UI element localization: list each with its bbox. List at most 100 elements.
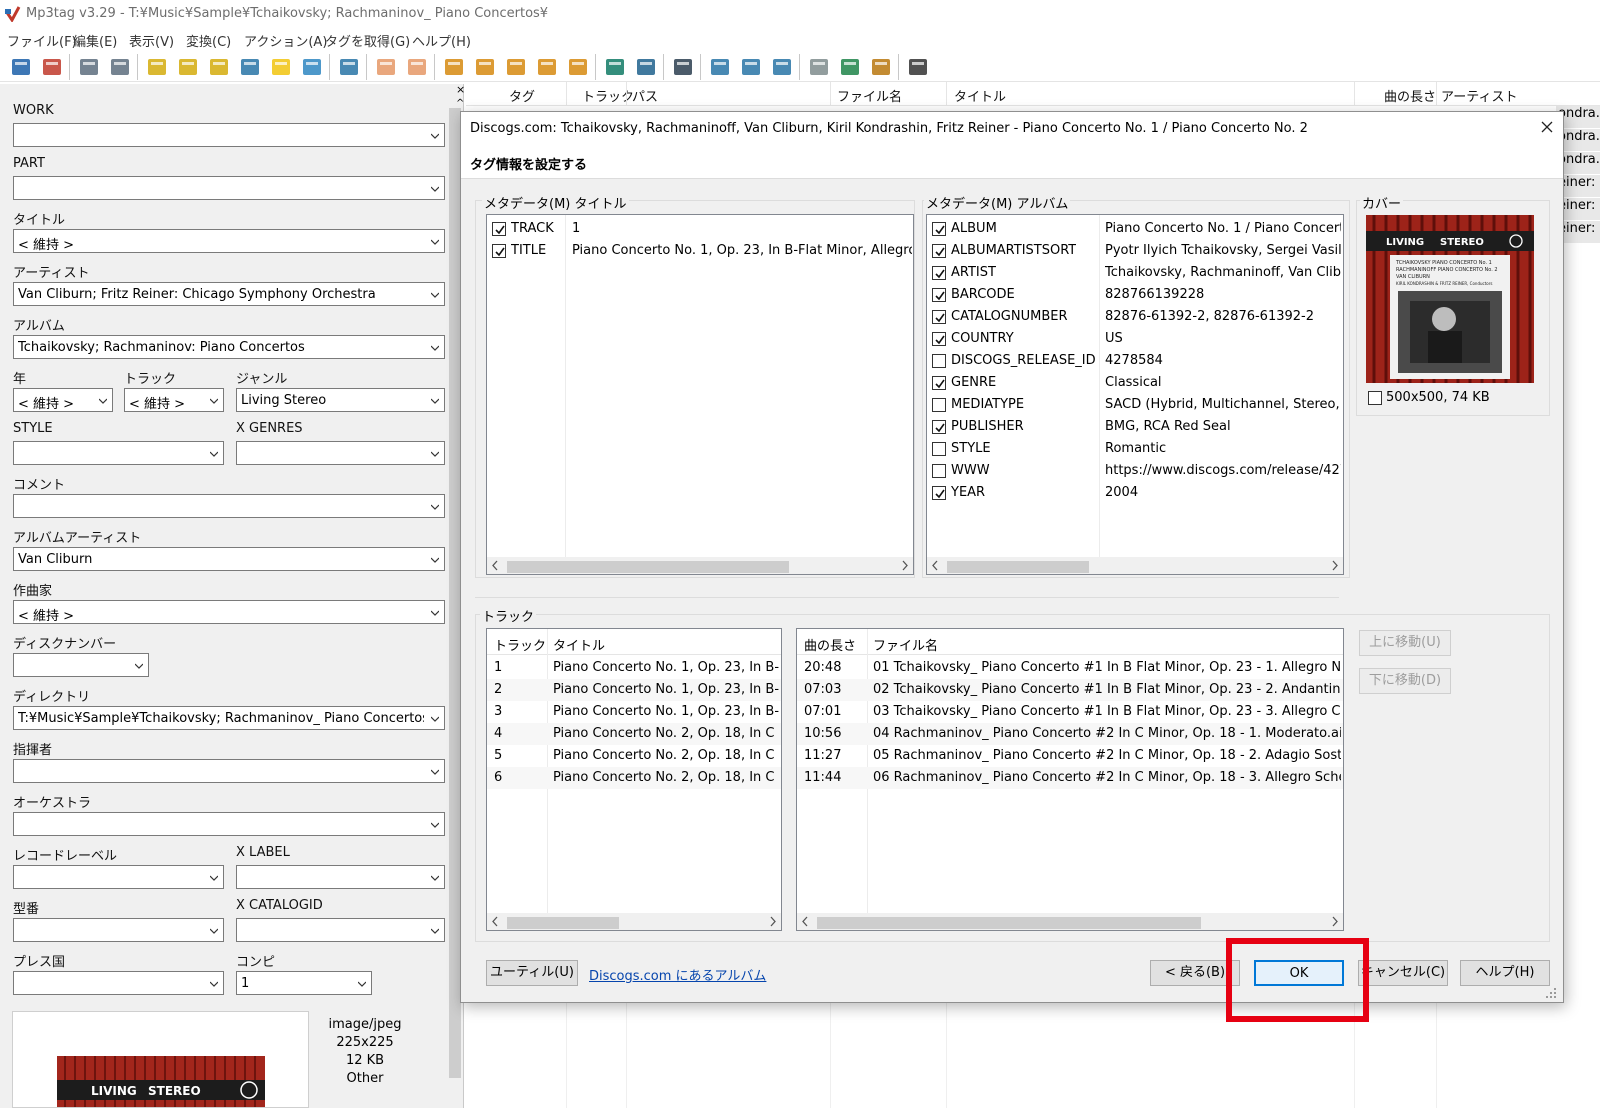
- metadata-album-list[interactable]: ALBUM Piano Concerto No. 1 / Piano Concer…: [926, 214, 1344, 575]
- table-row[interactable]: 3 Piano Concerto No. 1, Op. 23, In B-Flat…: [487, 701, 781, 723]
- scroll-right-icon[interactable]: [896, 557, 913, 574]
- menu-convert[interactable]: 変換(C): [186, 31, 231, 50]
- table-row[interactable]: 2 Piano Concerto No. 1, Op. 23, In B-Flat…: [487, 679, 781, 701]
- orchestra-combo[interactable]: [13, 812, 445, 836]
- part-combo[interactable]: [13, 176, 445, 200]
- track-title-list[interactable]: トラック タイトル 1 Piano Concerto No. 1, Op. 23,…: [486, 628, 782, 931]
- country-checkbox[interactable]: [932, 332, 946, 346]
- table-row[interactable]: 1 Piano Concerto No. 1, Op. 23, In B-Flat…: [487, 657, 781, 679]
- column-filename[interactable]: ファイル名: [873, 635, 938, 654]
- column-title[interactable]: タイトル: [954, 86, 1006, 105]
- column-title[interactable]: タイトル: [553, 635, 605, 654]
- scroll-right-icon[interactable]: [764, 913, 781, 930]
- x-genres-combo[interactable]: [236, 441, 445, 465]
- menu-help[interactable]: ヘルプ(H): [412, 31, 471, 50]
- composer-combo[interactable]: < 維持 >: [13, 600, 445, 624]
- scrollbar-thumb[interactable]: [817, 917, 1201, 929]
- table-row[interactable]: 5 Piano Concerto No. 2, Op. 18, In C Mino…: [487, 745, 781, 767]
- x-catalogid-combo[interactable]: [236, 918, 445, 942]
- list-item[interactable]: COUNTRY US: [927, 328, 1343, 350]
- list-item[interactable]: ARTIST Tchaikovsky, Rachmaninoff, Van Cli…: [927, 262, 1343, 284]
- discogs-album-link[interactable]: Discogs.com にあるアルバム: [589, 965, 766, 984]
- track-field-checkbox[interactable]: [492, 222, 506, 236]
- album-artist-combo[interactable]: Van Cliburn: [13, 547, 445, 571]
- freedb-icon[interactable]: [807, 55, 831, 79]
- resize-grip-icon[interactable]: [1544, 986, 1558, 1000]
- horizontal-scrollbar[interactable]: [487, 557, 913, 574]
- change-directory-icon[interactable]: [145, 55, 169, 79]
- quick-action-icon[interactable]: [770, 55, 794, 79]
- extended-tags-icon[interactable]: [337, 55, 361, 79]
- scrollbar-thumb[interactable]: [947, 561, 1089, 573]
- track-filename-list[interactable]: 曲の長さ ファイル名 20:48 01 Tchaikovsky_ Piano Co…: [796, 628, 1344, 931]
- list-item[interactable]: ALBUM Piano Concerto No. 1 / Piano Concer…: [927, 218, 1343, 240]
- artist-checkbox[interactable]: [932, 266, 946, 280]
- add-directory-icon[interactable]: [176, 55, 200, 79]
- genre-combo[interactable]: Living Stereo: [236, 388, 445, 412]
- scrollbar-thumb[interactable]: [507, 917, 619, 929]
- list-item[interactable]: ALBUMARTISTSORT Pyotr Ilyich Tchaikovsky,…: [927, 240, 1343, 262]
- favorite-folder-icon[interactable]: [238, 55, 262, 79]
- style-combo[interactable]: [13, 441, 224, 465]
- table-row[interactable]: 11:44 06 Rachmaninov_ Piano Concerto #2 I…: [797, 767, 1343, 789]
- style-checkbox[interactable]: [932, 442, 946, 456]
- list-item[interactable]: DISCOGS_RELEASE_ID 4278584: [927, 350, 1343, 372]
- list-item[interactable]: WWW https://www.discogs.com/release/42785…: [927, 460, 1343, 482]
- menu-edit[interactable]: 編集(E): [73, 31, 117, 50]
- export-icon[interactable]: [374, 55, 398, 79]
- album-cover-image[interactable]: LIVING STEREO TCHAIKOVSKY PIANO CONCERTO…: [1366, 215, 1534, 383]
- year-checkbox[interactable]: [932, 486, 946, 500]
- horizontal-scrollbar[interactable]: [797, 913, 1343, 930]
- comment-combo[interactable]: [13, 494, 445, 518]
- column-filename[interactable]: ファイル名: [837, 86, 902, 105]
- tag-to-tag-icon[interactable]: [504, 55, 528, 79]
- album-checkbox[interactable]: [932, 222, 946, 236]
- options-wrench-icon[interactable]: [906, 55, 930, 79]
- barcode-checkbox[interactable]: [932, 288, 946, 302]
- scroll-left-icon[interactable]: [487, 913, 504, 930]
- playlist-icon[interactable]: [671, 55, 695, 79]
- work-combo[interactable]: [13, 123, 445, 147]
- publisher-checkbox[interactable]: [932, 420, 946, 434]
- horizontal-scrollbar[interactable]: [487, 913, 781, 930]
- save-cover-checkbox[interactable]: [1368, 391, 1382, 405]
- move-down-button[interactable]: 下に移動(D): [1359, 668, 1451, 694]
- column-track[interactable]: トラック: [494, 635, 546, 654]
- scroll-right-icon[interactable]: [1326, 913, 1343, 930]
- horizontal-scrollbar[interactable]: [927, 557, 1343, 574]
- column-length[interactable]: 曲の長さ: [804, 635, 856, 654]
- menu-tag-sources[interactable]: タグを取得(G): [325, 31, 410, 50]
- table-row[interactable]: 07:01 03 Tchaikovsky_ Piano Concerto #1 I…: [797, 701, 1343, 723]
- table-row[interactable]: 07:03 02 Tchaikovsky_ Piano Concerto #1 I…: [797, 679, 1343, 701]
- column-tag[interactable]: タグ: [509, 86, 535, 105]
- scroll-left-icon[interactable]: [487, 557, 504, 574]
- cancel-button[interactable]: キャンセル(C): [1358, 960, 1448, 986]
- track-combo[interactable]: < 維持 >: [124, 388, 224, 412]
- tag-to-filename-icon[interactable]: [442, 55, 466, 79]
- release-country-combo[interactable]: [13, 971, 224, 995]
- artist-combo[interactable]: Van Cliburn; Fritz Reiner: Chicago Symph…: [13, 282, 445, 306]
- list-item[interactable]: TITLE Piano Concerto No. 1, Op. 23, In B…: [487, 240, 913, 262]
- list-item[interactable]: TRACK 1: [487, 218, 913, 240]
- www-checkbox[interactable]: [932, 464, 946, 478]
- filename-to-tag-icon[interactable]: [473, 55, 497, 79]
- column-length[interactable]: 曲の長さ: [1384, 86, 1436, 105]
- menu-view[interactable]: 表示(V): [129, 31, 174, 50]
- list-item[interactable]: MEDIATYPE SACD (Hybrid, Multichannel, Ste…: [927, 394, 1343, 416]
- artwork-preview[interactable]: LIVING STEREO: [12, 1011, 309, 1108]
- table-row[interactable]: 10:56 04 Rachmaninov_ Piano Concerto #2 I…: [797, 723, 1343, 745]
- help-button[interactable]: ヘルプ(H): [1460, 960, 1550, 986]
- text-file-to-tag-icon[interactable]: [535, 55, 559, 79]
- move-up-button[interactable]: 上に移動(U): [1359, 630, 1451, 656]
- actions-icon[interactable]: [739, 55, 763, 79]
- save-icon[interactable]: [9, 55, 33, 79]
- list-item[interactable]: YEAR 2004: [927, 482, 1343, 504]
- metadata-title-list[interactable]: TRACK 1 TITLE Piano Concerto No. 1, Op. …: [486, 214, 914, 575]
- disc-number-combo[interactable]: [13, 653, 149, 677]
- menu-actions[interactable]: アクション(A): [244, 31, 327, 50]
- redo-icon[interactable]: [108, 55, 132, 79]
- autonumber-icon[interactable]: [566, 55, 590, 79]
- refresh-icon[interactable]: [300, 55, 324, 79]
- year-combo[interactable]: < 維持 >: [13, 388, 113, 412]
- title-combo[interactable]: < 維持 >: [13, 229, 445, 253]
